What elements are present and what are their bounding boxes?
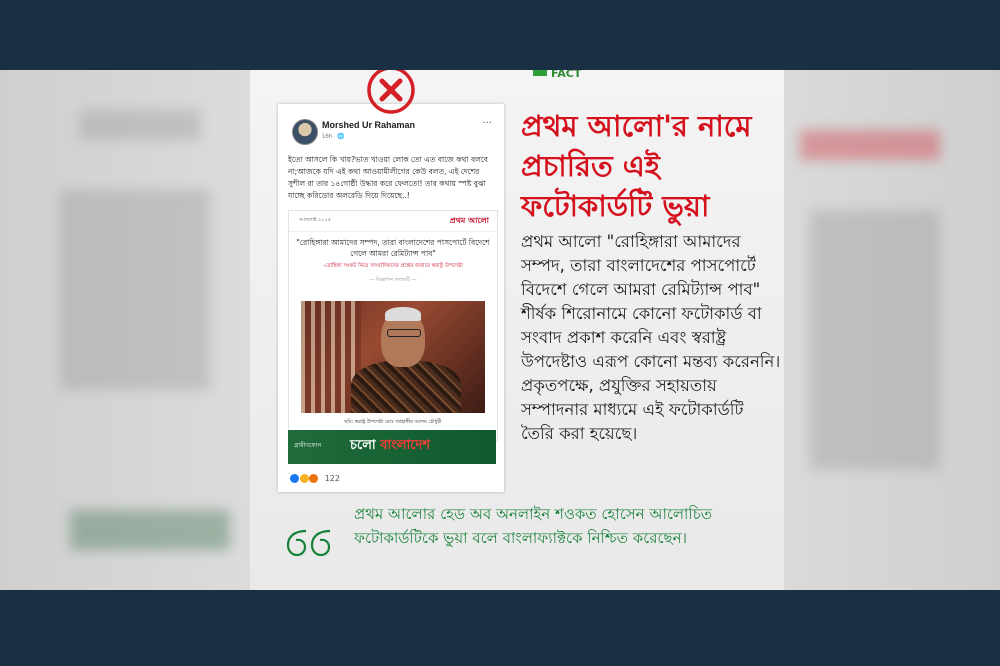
photocard-photo — [301, 301, 485, 413]
verdict-body: প্রথম আলো "রোহিঙ্গারা আমাদের সম্পদ, তারা… — [521, 232, 781, 443]
banner-brand: গ্রামীণফোন — [294, 442, 322, 449]
photocard-logo: প্রথম আলো — [449, 216, 489, 225]
avatar — [292, 119, 318, 145]
post-text: ইতো আসলে কি খায়?ভাত খাওয়া লোক তো এত বা… — [288, 155, 488, 200]
confirmation-quote: প্রথম আলোর হেড অব অনলাইন শওকত হোসেন আলোচ… — [354, 505, 713, 547]
post-time: 16h · 🌐 — [322, 134, 345, 140]
facebook-post: Morshed Ur Rahaman 16h · 🌐 ··· ইতো আসলে … — [278, 104, 504, 492]
photocard-date: আসলেই ২০২৫ — [299, 217, 332, 223]
post-author[interactable]: Morshed Ur Rahaman — [322, 120, 415, 130]
fact-check-card: FACT Morshed Ur Rahaman 16h · 🌐 ··· ইতো … — [250, 70, 784, 590]
brand-logo: FACT — [533, 70, 623, 80]
sad-icon — [309, 474, 319, 483]
top-band — [0, 0, 1000, 70]
banner-text: চলো বাংলাদেশ — [350, 438, 431, 453]
photocard-quote: "রোহিঙ্গারা আমাদের সম্পদ, তারা বাংলাদেশে… — [296, 238, 490, 258]
haha-icon — [299, 474, 309, 483]
logo-icon — [533, 70, 547, 76]
fake-cross-icon — [367, 70, 415, 114]
like-icon — [290, 474, 299, 483]
bottom-band — [0, 590, 1000, 666]
photocard-ad-label: — বিজ্ঞাপন কলামটি — — [369, 277, 417, 283]
photocard-caption: ছবি: স্বরাষ্ট্র উপদেষ্টা মোঃ জাহাঙ্গীর আ… — [344, 419, 442, 425]
fake-photocard: আসলেই ২০২৫ প্রথম আলো "রোহিঙ্গারা আমাদের … — [288, 210, 498, 442]
reactions-bar[interactable]: 122 — [290, 474, 340, 483]
more-options-icon[interactable]: ··· — [482, 118, 492, 129]
ad-banner: গ্রামীণফোন চলো বাংলাদেশ — [288, 430, 496, 464]
quote-icon — [286, 529, 331, 557]
headline: প্রথম আলো'র নামে প্রচারিত এই ফটোকার্ডটি … — [521, 109, 752, 223]
reactions-count: 122 — [324, 474, 340, 483]
photocard-subtitle: -রোহিঙ্গা সংকট নিয়ে সাংবাদিকদের প্রশ্নে… — [323, 263, 463, 269]
